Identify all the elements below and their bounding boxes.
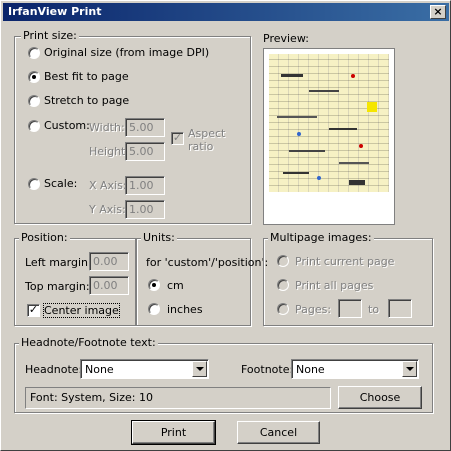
print-all-pages-label[interactable]: Print all pages <box>295 279 373 292</box>
preview-page <box>263 48 395 225</box>
x-axis-field[interactable]: 1.00 <box>125 176 165 195</box>
radio-cm[interactable] <box>148 279 160 291</box>
multipage-legend: Multipage images: <box>268 231 374 244</box>
radio-inches[interactable] <box>148 303 160 315</box>
chevron-down-icon[interactable] <box>192 361 207 377</box>
left-margin-field[interactable]: 0.00 <box>89 252 129 271</box>
radio-print-current-page[interactable] <box>277 255 289 267</box>
height-field[interactable]: 5.00 <box>125 142 165 161</box>
original-size-label[interactable]: Original size (from image DPI) <box>44 46 209 59</box>
aspect-ratio-label-2: ratio <box>188 140 214 153</box>
headnote-label: Headnote: <box>25 363 83 376</box>
height-label: Height: <box>89 145 130 158</box>
radio-original-size[interactable] <box>28 47 40 59</box>
preview-image-content <box>277 74 377 185</box>
radio-best-fit[interactable] <box>28 71 40 83</box>
preview-image <box>269 54 389 192</box>
center-image-checkbox[interactable]: ✓ <box>27 304 40 317</box>
custom-label[interactable]: Custom: <box>44 119 90 132</box>
radio-pages[interactable] <box>277 303 289 315</box>
title-bar[interactable]: IrfanView Print × <box>3 3 449 21</box>
pages-to-label: to <box>368 303 380 316</box>
width-field[interactable]: 5.00 <box>125 118 165 137</box>
units-subtitle: for 'custom'/'position': <box>146 256 269 269</box>
x-axis-label: X Axis: <box>89 179 127 192</box>
headfoot-legend: Headnote/Footnote text: <box>19 336 158 349</box>
cm-label[interactable]: cm <box>167 279 184 292</box>
chevron-down-icon[interactable] <box>402 361 417 377</box>
center-image-label[interactable]: Center image <box>43 303 120 318</box>
aspect-ratio-checkbox[interactable]: ✓ <box>171 132 184 145</box>
headnote-select[interactable]: None <box>80 359 209 379</box>
radio-scale[interactable] <box>28 178 40 190</box>
scale-label[interactable]: Scale: <box>44 177 77 190</box>
inches-label[interactable]: inches <box>167 303 203 316</box>
radio-stretch[interactable] <box>28 95 40 107</box>
width-label: Width: <box>89 121 125 134</box>
headnote-value: None <box>85 363 114 376</box>
y-axis-label: Y Axis: <box>89 203 126 216</box>
pages-label[interactable]: Pages: <box>295 303 331 316</box>
dialog-title: IrfanView Print <box>8 5 102 18</box>
best-fit-label[interactable]: Best fit to page <box>44 70 129 83</box>
print-dialog: IrfanView Print × Print size: Original s… <box>0 0 451 451</box>
cancel-button[interactable]: Cancel <box>237 421 320 444</box>
print-button[interactable]: Print <box>131 420 216 445</box>
stretch-label[interactable]: Stretch to page <box>44 94 129 107</box>
footnote-value: None <box>296 363 325 376</box>
footnote-select[interactable]: None <box>291 359 419 379</box>
pages-from-field[interactable] <box>338 299 362 318</box>
units-legend: Units: <box>141 231 177 244</box>
pages-to-field[interactable] <box>388 299 412 318</box>
left-margin-label: Left margin: <box>25 256 92 269</box>
print-size-legend: Print size: <box>21 29 79 42</box>
radio-print-all-pages[interactable] <box>277 279 289 291</box>
close-icon[interactable]: × <box>430 5 446 19</box>
print-current-page-label[interactable]: Print current page <box>295 255 394 268</box>
footnote-label: Footnote: <box>241 363 294 376</box>
y-axis-field[interactable]: 1.00 <box>125 200 165 219</box>
top-margin-label: Top margin: <box>25 280 90 293</box>
preview-label: Preview: <box>263 32 309 45</box>
font-info: Font: System, Size: 10 <box>25 387 331 409</box>
top-margin-field[interactable]: 0.00 <box>89 276 129 295</box>
aspect-ratio-label-1: Aspect <box>188 127 226 140</box>
radio-custom[interactable] <box>28 120 40 132</box>
choose-button[interactable]: Choose <box>338 386 422 409</box>
position-legend: Position: <box>19 231 70 244</box>
